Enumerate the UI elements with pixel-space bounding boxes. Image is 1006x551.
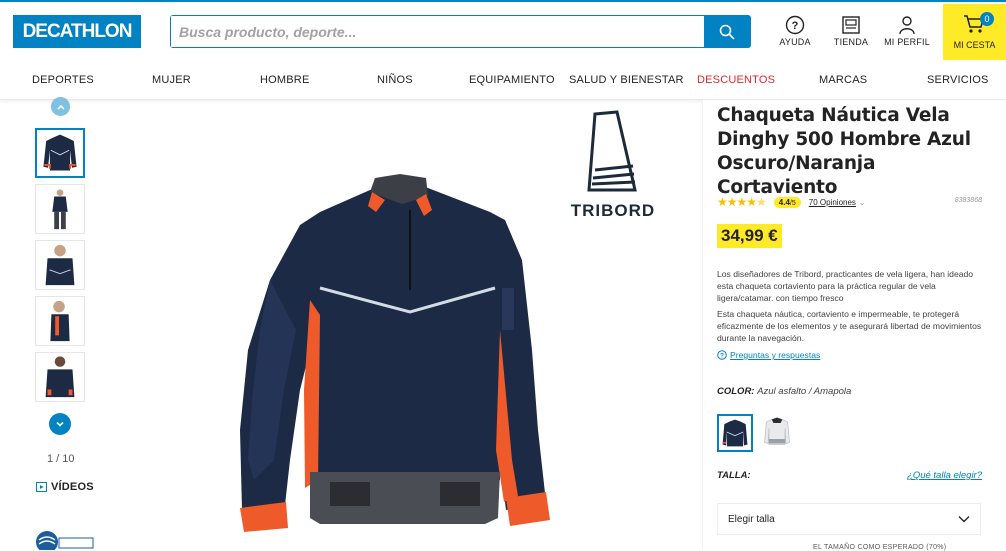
tribord-brand-logo: TRIBORD — [566, 110, 660, 220]
thumbs-up-button[interactable] — [51, 97, 70, 116]
search-input[interactable] — [171, 16, 704, 47]
help-icon: ? — [785, 15, 805, 35]
jacket-thumb-image — [43, 134, 77, 171]
size-guide-link[interactable]: ¿Qué talla elegir? — [907, 470, 982, 481]
size-select-value: Elegir talla — [728, 513, 775, 525]
star-rating-icon: ★★★★★ — [717, 195, 767, 209]
thumbnail-4[interactable] — [35, 296, 85, 346]
search-button[interactable] — [704, 16, 750, 47]
store-label: TIENDA — [833, 37, 869, 47]
size-select[interactable]: Elegir talla — [717, 503, 981, 535]
site-header: DECATHLON ? AYUDA TIENDA MI PERFIL — [0, 0, 1006, 60]
rating-max: /5 — [789, 199, 796, 207]
search-bar — [170, 15, 751, 48]
color-value: Azul asfalto / Amapola — [757, 386, 852, 397]
color-label: COLOR: — [717, 386, 755, 397]
gallery-counter: 1 / 10 — [47, 453, 75, 465]
tribord-sail-icon — [587, 110, 637, 192]
size-fit-note: EL TAMAÑO COMO ESPERADO (70%) — [813, 544, 947, 551]
nav-item-equipamiento[interactable]: EQUIPAMIENTO — [469, 74, 555, 86]
product-title: Chaqueta Náutica Vela Dinghy 500 Hombre … — [717, 105, 971, 198]
search-icon — [719, 24, 735, 40]
svg-text:?: ? — [720, 353, 724, 360]
white-jacket-swatch-image — [764, 417, 790, 445]
main-nav: DEPORTES MUJER HOMBRE NIÑOS EQUIPAMIENTO… — [0, 60, 1006, 100]
help-label: AYUDA — [779, 37, 811, 47]
nav-item-deportes[interactable]: DEPORTES — [32, 74, 94, 86]
product-info-panel: Chaqueta Náutica Vela Dinghy 500 Hombre … — [702, 100, 1006, 551]
profile-button[interactable]: MI PERFIL — [879, 15, 935, 47]
qa-link[interactable]: ? Preguntas y respuestas — [717, 350, 820, 360]
nav-item-salud[interactable]: SALUD Y BIENESTAR — [569, 74, 684, 86]
nav-item-marcas[interactable]: MARCAS — [819, 74, 867, 86]
color-line: COLOR: Azul asfalto / Amapola — [717, 386, 851, 397]
model-closeup-thumb-image — [45, 244, 75, 286]
nav-item-servicios[interactable]: SERVICIOS — [927, 74, 989, 86]
chevron-down-icon — [958, 516, 970, 523]
rating-badge: 4.4/5 — [773, 196, 801, 208]
svg-text:?: ? — [792, 20, 799, 32]
chevron-down-icon — [56, 421, 64, 427]
brand-word: TRIBORD — [570, 201, 656, 220]
chevron-up-icon — [56, 104, 65, 110]
product-sku: 8383868 — [954, 197, 982, 204]
nav-item-ninos[interactable]: NIÑOS — [377, 74, 413, 86]
model-front-thumb-image — [52, 189, 68, 230]
model-back-thumb-image — [45, 356, 75, 398]
certification-logo — [36, 531, 94, 550]
nav-item-descuentos[interactable]: DESCUENTOS — [697, 74, 775, 86]
help-button[interactable]: ? AYUDA — [767, 15, 823, 47]
navy-jacket-swatch-image — [722, 419, 748, 447]
store-button[interactable]: TIENDA — [823, 15, 879, 47]
videos-label: VÍDEOS — [51, 481, 94, 493]
nav-item-mujer[interactable]: MUJER — [152, 74, 191, 86]
thumbnail-5[interactable] — [35, 352, 85, 402]
cart-button[interactable]: 0 MI CESTA — [943, 4, 1006, 60]
product-price: 34,99 € — [717, 224, 782, 248]
model-side-thumb-image — [50, 300, 70, 342]
thumbnail-3[interactable] — [35, 240, 85, 290]
qa-link-label: Preguntas y respuestas — [730, 350, 821, 360]
videos-button[interactable]: VÍDEOS — [36, 481, 94, 493]
thumbs-down-button[interactable] — [49, 413, 71, 435]
cart-count-badge: 0 — [980, 12, 994, 26]
color-swatch-white[interactable] — [761, 414, 797, 452]
user-icon — [899, 16, 915, 35]
cart-label: MI CESTA — [953, 40, 996, 50]
rating-row: ★★★★★ 4.4/5 70 Opiniones ⌄ — [717, 195, 866, 209]
description-paragraph-2: Esta chaqueta náutica, cortaviento e imp… — [717, 309, 982, 343]
description-paragraph-1: Los diseñadores de Tribord, practicantes… — [717, 269, 974, 303]
decathlon-logo[interactable]: DECATHLON — [13, 15, 141, 48]
product-description: Los diseñadores de Tribord, practicantes… — [717, 268, 987, 344]
color-swatch-navy[interactable] — [717, 414, 753, 452]
video-icon — [36, 482, 47, 492]
logo-text: DECATHLON — [22, 20, 133, 42]
rating-value: 4.4 — [778, 197, 790, 207]
question-icon: ? — [717, 350, 727, 360]
chevron-down-icon[interactable]: ⌄ — [859, 198, 866, 207]
store-icon — [842, 16, 860, 34]
thumbnail-1[interactable] — [35, 128, 85, 178]
opinions-link[interactable]: 70 Opiniones — [809, 198, 856, 207]
profile-label: MI PERFIL — [884, 37, 930, 47]
nav-item-hombre[interactable]: HOMBRE — [260, 74, 309, 86]
thumbnail-2[interactable] — [35, 184, 85, 234]
size-label: TALLA: — [717, 470, 751, 481]
